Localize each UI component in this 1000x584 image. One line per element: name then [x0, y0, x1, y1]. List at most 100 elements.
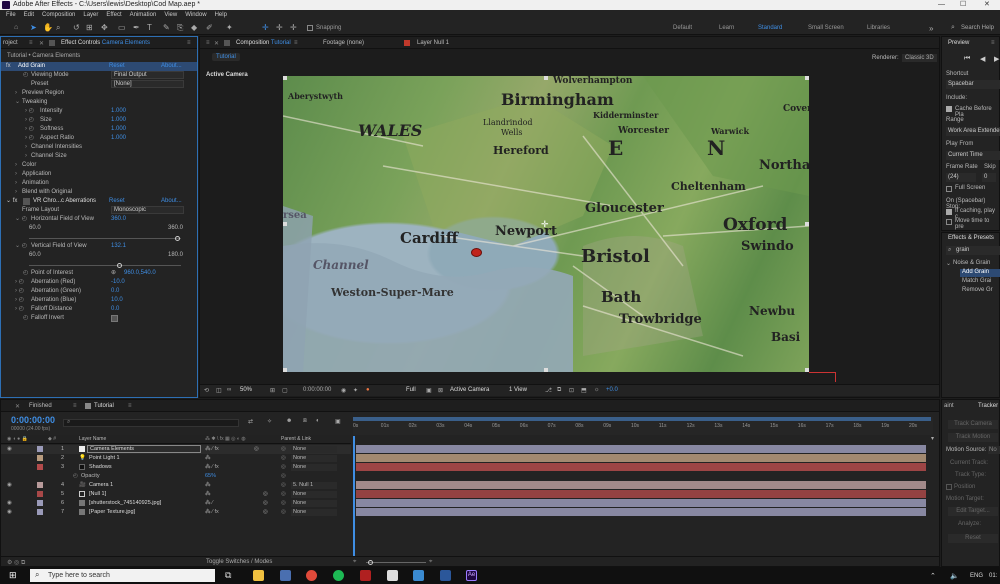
- layer-duration-bar[interactable]: [356, 481, 926, 489]
- tab-finished[interactable]: Finished: [29, 403, 52, 409]
- menu-window[interactable]: Window: [185, 12, 206, 18]
- animation-group[interactable]: Animation: [22, 179, 49, 188]
- workspace-menu-icon[interactable]: »: [929, 24, 933, 33]
- effect-add-grain[interactable]: fx Add Grain Reset About...: [1, 62, 197, 71]
- zoom-dropdown[interactable]: 50%: [240, 387, 252, 393]
- roto-brush-tool-icon[interactable]: ✐: [206, 23, 213, 32]
- volume-icon[interactable]: 🔈: [950, 572, 959, 580]
- workspace-standard[interactable]: Standard: [758, 25, 782, 31]
- skip-input[interactable]: 0: [982, 173, 996, 182]
- effect-item-match-grain[interactable]: Match Grai: [962, 278, 991, 284]
- calculator-icon[interactable]: [387, 570, 398, 581]
- snapping-checkbox[interactable]: [307, 25, 313, 32]
- effects-search-input[interactable]: grain: [946, 246, 1000, 255]
- layer-duration-bar[interactable]: [356, 508, 926, 516]
- menu-help[interactable]: Help: [215, 12, 227, 18]
- layer-duration-bar[interactable]: [356, 490, 926, 498]
- transform-handle[interactable]: [544, 76, 548, 80]
- fx-icon[interactable]: fx: [6, 62, 11, 71]
- menu-view[interactable]: View: [164, 12, 177, 18]
- brush-tool-icon[interactable]: ✎: [163, 23, 170, 32]
- rotate-tool-icon[interactable]: ↺: [73, 23, 80, 32]
- transform-handle[interactable]: [283, 76, 287, 80]
- current-time-indicator[interactable]: 0:00:00:00: [11, 415, 55, 425]
- search-help-input[interactable]: Search Help: [961, 25, 994, 31]
- aspect-ratio-value[interactable]: 1.000: [111, 134, 126, 143]
- track-motion-button[interactable]: Track Motion: [948, 433, 998, 442]
- motion-blur-icon[interactable]: ◐: [316, 418, 320, 424]
- resolution-dropdown[interactable]: Full: [406, 387, 416, 393]
- menu-file[interactable]: File: [6, 12, 16, 18]
- comp-marker-icon[interactable]: ▾: [931, 435, 934, 442]
- track-camera-button[interactable]: Track Camera: [948, 420, 998, 429]
- size-value[interactable]: 1.000: [111, 116, 126, 125]
- vertical-fov-slider[interactable]: [29, 265, 181, 266]
- application-group[interactable]: Application: [22, 170, 51, 179]
- blend-with-original-group[interactable]: Blend with Original: [22, 188, 72, 197]
- menu-edit[interactable]: Edit: [24, 12, 34, 18]
- softness-value[interactable]: 1.000: [111, 125, 126, 134]
- show-snapshot-icon[interactable]: ✦: [353, 387, 358, 394]
- cache-checkbox[interactable]: [946, 106, 952, 112]
- view-axis-icon[interactable]: ✛: [290, 23, 297, 32]
- falloff-invert-checkbox[interactable]: [111, 315, 118, 322]
- home-icon[interactable]: ⌂: [14, 24, 18, 31]
- graph-editor-icon[interactable]: ▣: [335, 418, 341, 425]
- menu-effect[interactable]: Effect: [106, 12, 121, 18]
- renderer-value[interactable]: Classic 3D: [902, 54, 937, 62]
- shape-tool-icon[interactable]: ▭: [118, 23, 126, 32]
- clone-stamp-tool-icon[interactable]: ⎘: [177, 23, 183, 33]
- exposure-value[interactable]: +0.0: [606, 387, 618, 393]
- horizontal-fov-value[interactable]: 360.0: [111, 215, 126, 224]
- after-effects-icon[interactable]: Ae: [466, 570, 477, 581]
- workspace-small-screen[interactable]: Small Screen: [808, 25, 844, 31]
- chevron-up-icon[interactable]: ⌃: [930, 572, 936, 580]
- workspace-learn[interactable]: Learn: [719, 25, 734, 31]
- exposure-icon[interactable]: ☼: [594, 387, 600, 393]
- if-caching-checkbox[interactable]: [946, 209, 952, 215]
- taskbar-search-input[interactable]: Type here to search: [30, 569, 215, 582]
- tab-tracker[interactable]: Tracker: [978, 403, 998, 409]
- shy-layers-icon[interactable]: ☻: [286, 418, 292, 424]
- effect-item-remove-grain[interactable]: Remove Gr: [962, 287, 993, 293]
- camera-tool-icon[interactable]: ⊞: [86, 23, 93, 32]
- close-icon[interactable]: ✕: [984, 0, 990, 10]
- panel-menu-icon[interactable]: ≡: [29, 40, 33, 46]
- layer-duration-bar[interactable]: [356, 445, 926, 453]
- viewing-mode-dropdown[interactable]: Final Output: [111, 71, 184, 79]
- tab-layer[interactable]: Layer Null 1: [417, 40, 449, 46]
- tab-effect-controls[interactable]: Effect Controls Camera Elements: [61, 40, 150, 46]
- fast-preview-icon[interactable]: ⊠: [438, 387, 443, 394]
- panel-menu-icon[interactable]: ≡: [187, 40, 191, 46]
- pan-behind-tool-icon[interactable]: ✥: [101, 23, 108, 32]
- timeline-zoom-slider[interactable]: [366, 562, 426, 563]
- app-icon[interactable]: [280, 570, 291, 581]
- edit-target-button[interactable]: Edit Target...: [948, 507, 998, 516]
- reset-link[interactable]: Reset: [109, 62, 125, 71]
- channel-intensities-group[interactable]: Channel Intensities: [31, 143, 82, 152]
- minimize-icon[interactable]: —: [938, 0, 945, 10]
- time-ruler[interactable]: 0s 01s 02s 03s 04s 05s 06s 07s 08s 09s 10s 11s 12s 13…: [353, 417, 933, 435]
- about-link[interactable]: About...: [161, 197, 182, 206]
- file-explorer-icon[interactable]: [253, 570, 264, 581]
- position-checkbox[interactable]: [946, 484, 952, 490]
- snapshot-icon[interactable]: ◉: [341, 387, 346, 394]
- shortcut-dropdown[interactable]: Spacebar: [946, 80, 1000, 89]
- tab-tutorial[interactable]: Tutorial: [94, 403, 114, 409]
- menu-layer[interactable]: Layer: [83, 12, 98, 18]
- preset-dropdown[interactable]: [None]: [111, 80, 184, 88]
- motion-source-dropdown[interactable]: No: [988, 446, 1000, 454]
- frame-layout-dropdown[interactable]: Monoscopic: [111, 206, 184, 214]
- tab-paint[interactable]: aint: [944, 403, 954, 409]
- mask-visibility-icon[interactable]: ◫: [216, 387, 222, 394]
- toggle-switches-modes[interactable]: Toggle Switches / Modes: [206, 559, 272, 565]
- composition-mini-flowchart-icon[interactable]: ⇄: [248, 418, 253, 425]
- lock-icon[interactable]: [224, 40, 230, 46]
- slider-handle[interactable]: [117, 263, 122, 268]
- crosshair-icon[interactable]: ⊕: [111, 269, 116, 278]
- channel-size-group[interactable]: Channel Size: [31, 152, 67, 161]
- transform-handle[interactable]: [805, 222, 809, 226]
- composition-viewer[interactable]: Wolverhampton Birmingham Coven Aberystwy…: [283, 76, 809, 372]
- flowchart-icon[interactable]: ⎇: [545, 387, 552, 394]
- hand-tool-icon[interactable]: ✋: [43, 23, 53, 32]
